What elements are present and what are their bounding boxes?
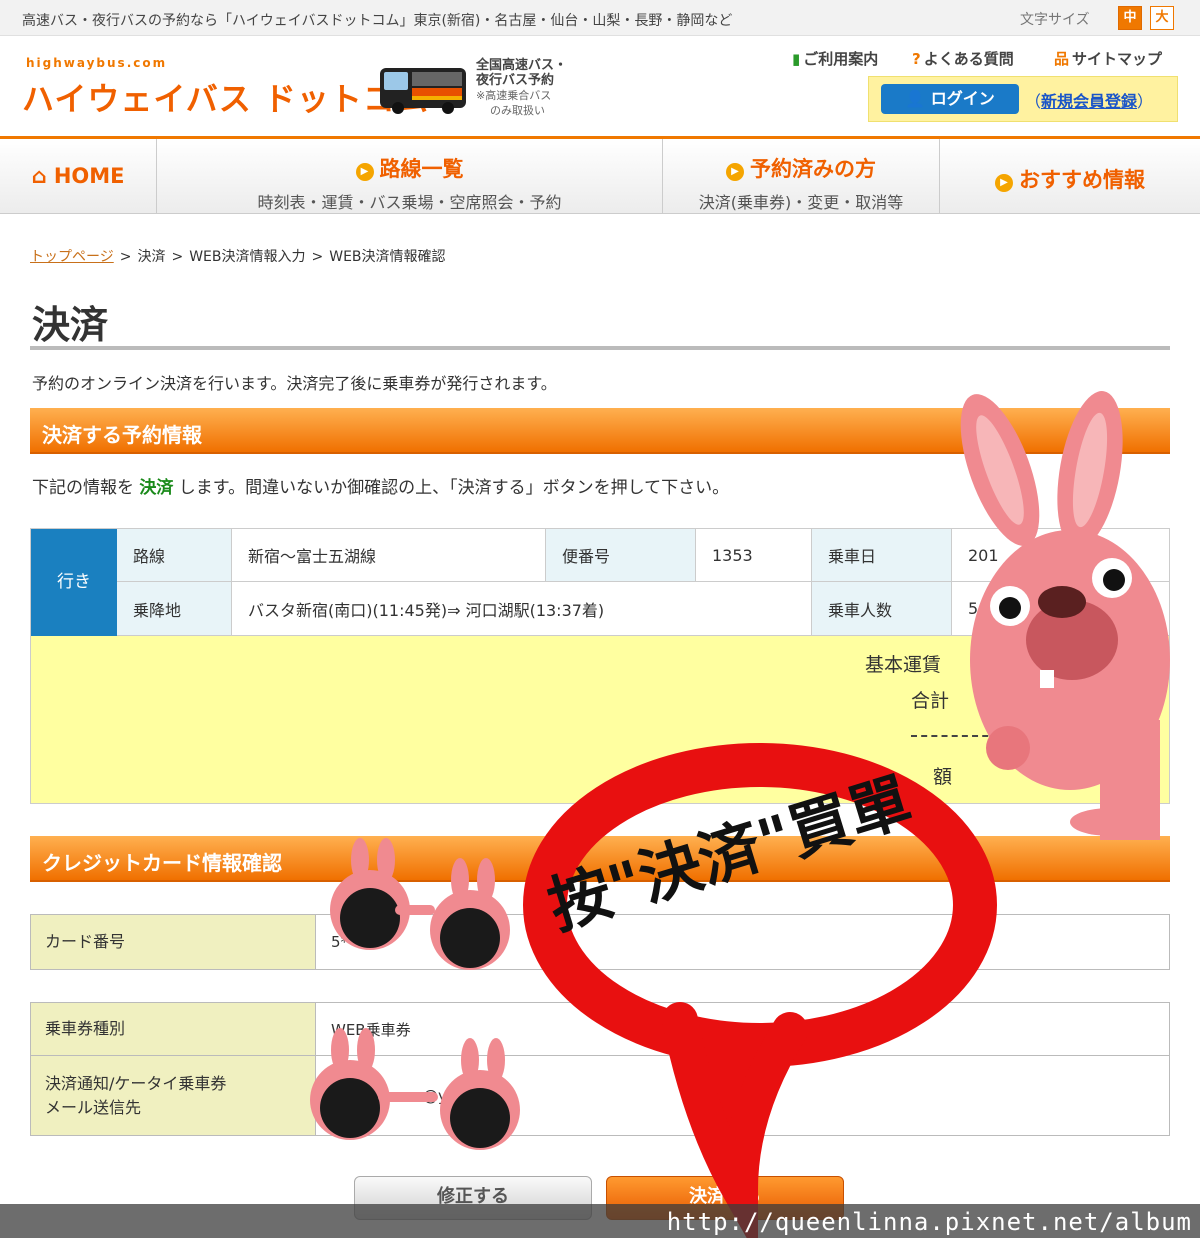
site-tagline: 高速バス・夜行バスの予約なら「ハイウェイバスドットコム」東京(新宿)・名古屋・仙… bbox=[22, 13, 733, 29]
home-icon: ⌂ bbox=[31, 164, 54, 188]
stop-label: 乗降地 bbox=[117, 582, 232, 636]
watermark-text: http://queenlinna.pixnet.net/album bbox=[666, 1208, 1192, 1236]
nav-home[interactable]: ⌂ HOME bbox=[0, 139, 157, 214]
card-number-label: カード番号 bbox=[31, 915, 316, 969]
arrow-circle-icon: ▶ bbox=[726, 163, 744, 181]
font-size-label: 文字サイズ bbox=[1020, 12, 1090, 28]
route-value: 新宿～富士五湖線 bbox=[232, 529, 546, 582]
table-row: 決済通知/ケータイ乗車券 メール送信先 @y bbox=[31, 1056, 1169, 1135]
flight-label: 便番号 bbox=[546, 529, 696, 582]
total-label: 合計 bbox=[911, 690, 950, 712]
faq-link[interactable]: ? よくある質問 bbox=[912, 48, 1014, 69]
font-size-large-button[interactable]: 大 bbox=[1150, 6, 1174, 30]
nav-recommend[interactable]: ▶ おすすめ情報 bbox=[940, 139, 1200, 214]
title-divider bbox=[30, 346, 1170, 350]
login-box: 👤 ログイン （新規会員登録） bbox=[868, 76, 1178, 122]
login-button[interactable]: 👤 ログイン bbox=[881, 84, 1019, 114]
instruction-text: 下記の情報を 決済 します。間違いないか御確認の上、「決済する」ボタンを押して下… bbox=[32, 478, 730, 498]
main-nav: ⌂ HOME ▶ 路線一覧 時刻表・運賃・バス乗場・空席照会・予約 ▶ 予約済みの方… bbox=[0, 136, 1200, 214]
fare-summary: 基本運賃 合計 額 bbox=[31, 636, 1169, 803]
intro-text: 予約のオンライン決済を行います。決済完了後に乗車券が発行されます。 bbox=[32, 374, 557, 393]
mail-value: @y bbox=[423, 1086, 447, 1105]
top-strip: 高速バス・夜行バスの予約なら「ハイウェイバスドットコム」東京(新宿)・名古屋・仙… bbox=[0, 0, 1200, 36]
site-logo[interactable]: ハイウェイバス ドットコム bbox=[22, 74, 429, 120]
flight-value: 1353 bbox=[696, 529, 812, 582]
question-icon: ? bbox=[912, 50, 921, 68]
base-fare-label: 基本運賃 bbox=[865, 654, 942, 676]
pax-value: 5 bbox=[952, 582, 1169, 636]
guide-link[interactable]: ▮ ご利用案内 bbox=[792, 48, 878, 69]
watermark-bar: http://queenlinna.pixnet.net/album bbox=[0, 1204, 1200, 1238]
sitemap-link[interactable]: 品サイトマップ bbox=[1054, 48, 1162, 69]
date-label: 乗車日 bbox=[812, 529, 952, 582]
sitemap-icon: 品 bbox=[1054, 50, 1070, 68]
route-label: 路線 bbox=[117, 529, 232, 582]
arrow-circle-icon: ▶ bbox=[355, 163, 374, 181]
pax-label: 乗車人数 bbox=[812, 582, 952, 636]
reservation-table: 行き 路線 新宿～富士五湖線 便番号 1353 乗車日 201 乗降地 バスタ新… bbox=[30, 528, 1170, 804]
nav-routes[interactable]: ▶ 路線一覧 時刻表・運賃・バス乗場・空席照会・予約 bbox=[157, 139, 663, 214]
page-title: 決済 bbox=[32, 303, 109, 347]
service-description: 全国高速バス・ 夜行バス予約 ※高速乗合バス のみ取扱い bbox=[476, 58, 568, 117]
font-size-medium-button[interactable]: 中 bbox=[1118, 6, 1142, 30]
mail-label: 決済通知/ケータイ乗車券 メール送信先 bbox=[31, 1056, 316, 1135]
fare-divider bbox=[911, 735, 1151, 737]
site-header: highwaybus.com ハイウェイバス ドットコム 全国高速バス・ 夜行バ… bbox=[0, 36, 1200, 136]
register-area: （新規会員登録） bbox=[1025, 92, 1154, 111]
section-reservation-header: 決済する予約情報 bbox=[30, 408, 1170, 454]
amount-label: 額 bbox=[933, 766, 953, 788]
table-row: 乗車券種別 WEB乗車券 bbox=[31, 1003, 1169, 1056]
logo-domain[interactable]: highwaybus.com bbox=[26, 56, 167, 70]
user-icon: 👤 bbox=[905, 89, 931, 108]
bus-icon bbox=[380, 68, 466, 114]
breadcrumb-top-link[interactable]: トップページ bbox=[30, 249, 114, 265]
register-link[interactable]: 新規会員登録 bbox=[1041, 92, 1137, 111]
stop-value: バスタ新宿(南口)(11:45発)⇒ 河口湖駅(13:37着) bbox=[232, 582, 812, 636]
ticket-type-label: 乗車券種別 bbox=[31, 1003, 316, 1055]
direction-outbound: 行き bbox=[31, 529, 117, 636]
beginner-leaf-icon: ▮ bbox=[792, 50, 801, 68]
nav-booked[interactable]: ▶ 予約済みの方 決済(乗車券)・変更・取消等 bbox=[663, 139, 940, 214]
ticket-table: 乗車券種別 WEB乗車券 決済通知/ケータイ乗車券 メール送信先 @y bbox=[30, 1002, 1170, 1136]
card-number-value: 5***** bbox=[331, 933, 379, 951]
ticket-type-value: WEB乗車券 bbox=[331, 1020, 411, 1039]
breadcrumb: トップページ > 決済 > WEB決済情報入力 > WEB決済情報確認 bbox=[30, 249, 446, 265]
arrow-circle-icon: ▶ bbox=[995, 174, 1013, 192]
date-value: 201 bbox=[952, 529, 1169, 582]
